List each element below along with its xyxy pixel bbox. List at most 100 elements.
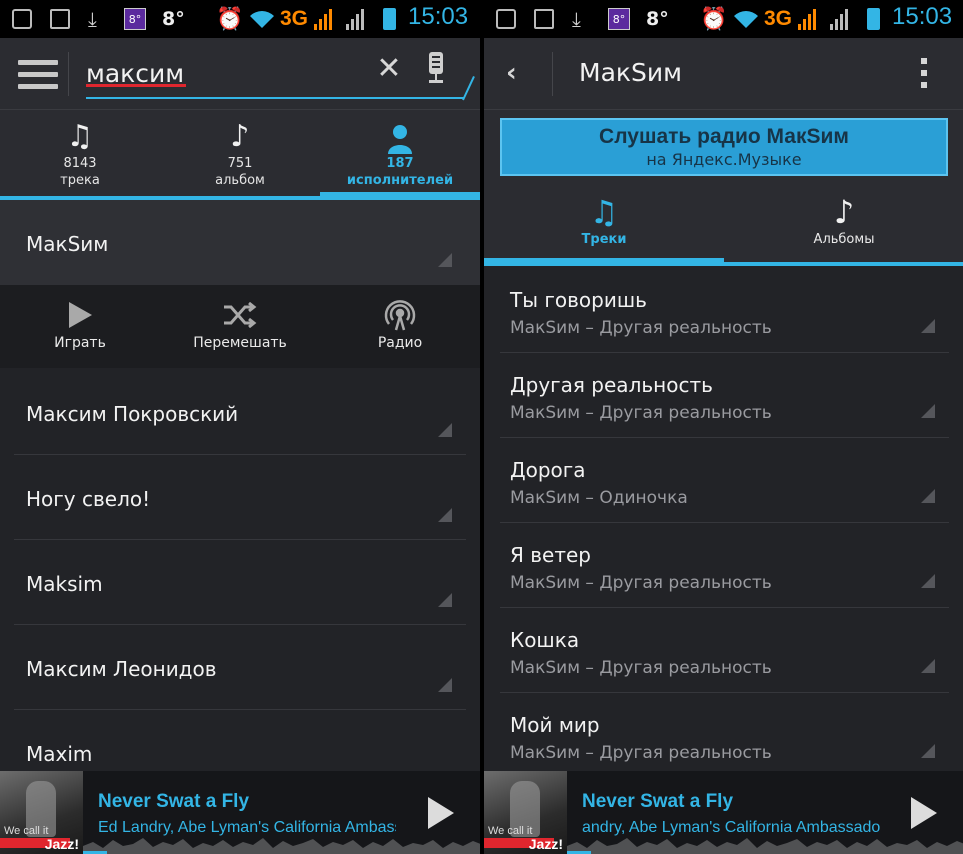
download-icon: ⤓ (88, 7, 97, 31)
overflow-corner-icon[interactable] (438, 508, 452, 522)
album-art: We call it Jazz! (0, 771, 83, 854)
track-subtitle: МакSим – Другая реальность (510, 403, 772, 423)
overflow-corner-icon[interactable] (921, 659, 935, 673)
play-icon (0, 295, 160, 335)
list-item-expanded[interactable]: МакSим (0, 200, 480, 285)
track-title: Ты говоришь (510, 288, 647, 312)
overflow-corner-icon[interactable] (921, 489, 935, 503)
divider (68, 52, 69, 96)
track-row[interactable]: Я ветер МакSим – Другая реальность (484, 523, 963, 608)
image-icon (534, 8, 554, 30)
overflow-corner-icon[interactable] (438, 253, 452, 267)
menu-icon[interactable] (18, 60, 58, 90)
now-playing-bar[interactable]: We call it Jazz! Never Swat a Fly Ed Lan… (0, 771, 480, 854)
tab-albums[interactable]: ♪ Альбомы (724, 184, 963, 264)
track-title: Кошка (510, 628, 580, 652)
status-bar: ⤓ 8° 8° ⏰ 3G 15:03 (0, 0, 480, 38)
artist-name: Максим Леонидов (26, 657, 217, 681)
action-bar: ‹ МакSим (484, 38, 963, 110)
alarm-icon: ⏰ (700, 6, 728, 32)
music-notes-icon: ♫ (589, 193, 619, 231)
tab-count: 751 (227, 156, 253, 171)
banner-title: Слушать радио МакSим (599, 125, 849, 148)
tab-label: Треки (581, 232, 627, 247)
radio-banner-button[interactable]: Слушать радио МакSим на Яндекс.Музыке (500, 118, 948, 176)
track-row[interactable]: Мой мир МакSим – Другая реальность (484, 693, 963, 778)
track-row[interactable]: Дорога МакSим – Одиночка (484, 438, 963, 523)
wifi-icon (248, 8, 276, 30)
play-icon[interactable] (911, 797, 937, 829)
album-art: We call it Jazz! (484, 771, 567, 854)
overflow-corner-icon[interactable] (921, 744, 935, 758)
tab-count: 8143 (63, 156, 97, 171)
shuffle-icon (160, 295, 320, 335)
overflow-corner-icon[interactable] (438, 593, 452, 607)
overflow-corner-icon[interactable] (921, 574, 935, 588)
temperature: 8° (646, 8, 669, 30)
track-subtitle: МакSим – Другая реальность (510, 658, 772, 678)
tab-label: трека (60, 173, 100, 188)
temperature: 8° (162, 8, 185, 30)
track-row[interactable]: Кошка МакSим – Другая реальность (484, 608, 963, 693)
track-row[interactable]: Другая реальность МакSим – Другая реальн… (484, 353, 963, 438)
artist-name: Максим Покровский (26, 402, 239, 426)
search-field-line (86, 97, 464, 99)
tab-underline (484, 262, 963, 266)
tab-artists[interactable]: 187 исполнителей (320, 110, 480, 198)
search-field-corner (462, 76, 475, 101)
wifi-icon (732, 8, 760, 30)
back-icon[interactable]: ‹ (506, 58, 517, 88)
alarm-icon: ⏰ (216, 6, 244, 32)
battery-icon (867, 8, 880, 30)
overflow-menu-icon[interactable] (921, 58, 929, 94)
track-title: Другая реальность (510, 373, 713, 397)
tab-albums[interactable]: ♪ 751 альбом (160, 110, 320, 198)
artist-name: Ногу свело! (26, 487, 151, 511)
radio-label: Радио (377, 335, 423, 351)
download-icon: ⤓ (572, 7, 581, 31)
radio-button[interactable]: Радио (320, 285, 480, 368)
tab-tracks[interactable]: ♫ Треки (484, 184, 724, 264)
list-item[interactable]: Максим Покровский (0, 370, 480, 455)
radio-banner-area: Слушать радио МакSим на Яндекс.Музыке (484, 110, 963, 184)
artist-screen: ⤓ 8° 8° ⏰ 3G 15:03 ‹ МакSим Слушать ради… (484, 0, 963, 854)
play-icon[interactable] (428, 797, 454, 829)
clear-icon[interactable]: ✕ (372, 52, 406, 86)
artist-name: Maksim (26, 572, 103, 596)
tab-tracks[interactable]: ♫ 8143 трека (0, 110, 160, 198)
music-notes-icon: ♫ (66, 119, 94, 154)
divider (552, 52, 553, 96)
waveform (567, 838, 963, 854)
now-playing-artist: Ed Landry, Abe Lyman's California Ambass… (98, 819, 396, 836)
list-item[interactable]: Ногу свело! (0, 455, 480, 540)
network-type: 3G (764, 7, 793, 30)
search-bar: ✕ (0, 38, 480, 110)
search-screen: ⤓ 8° 8° ⏰ 3G 15:03 ✕ ♫ 8143 (0, 0, 480, 854)
banner-subtitle: на Яндекс.Музыке (646, 150, 802, 169)
now-playing-title: Never Swat a Fly (582, 791, 734, 812)
now-playing-title: Never Swat a Fly (98, 791, 250, 812)
play-button[interactable]: Играть (0, 285, 160, 368)
artist-actions: Играть Перемешать Радио (0, 285, 480, 368)
artist-name: МакSим (26, 232, 109, 256)
music-note-icon: ♪ (230, 119, 250, 154)
track-subtitle: МакSим – Другая реальность (510, 743, 772, 763)
now-playing-bar[interactable]: We call it Jazz! Never Swat a Fly andry,… (484, 771, 963, 854)
microphone-icon[interactable] (426, 52, 446, 84)
shuffle-button[interactable]: Перемешать (160, 285, 320, 368)
music-note-icon: ♪ (833, 193, 855, 231)
overflow-corner-icon[interactable] (921, 319, 935, 333)
tab-label: альбом (215, 173, 265, 188)
overflow-corner-icon[interactable] (438, 423, 452, 437)
search-category-tabs: ♫ 8143 трека ♪ 751 альбом 187 исполнител… (0, 110, 480, 198)
weather-badge: 8° (608, 8, 630, 30)
play-label: Играть (54, 335, 106, 351)
list-item[interactable]: Maksim (0, 540, 480, 625)
list-item[interactable]: Максим Леонидов (0, 625, 480, 710)
page-title: МакSим (579, 58, 682, 87)
overflow-corner-icon[interactable] (438, 678, 452, 692)
overflow-corner-icon[interactable] (921, 404, 935, 418)
waveform (83, 838, 480, 854)
track-title: Мой мир (510, 713, 600, 737)
track-row[interactable]: Ты говоришь МакSим – Другая реальность (484, 268, 963, 353)
